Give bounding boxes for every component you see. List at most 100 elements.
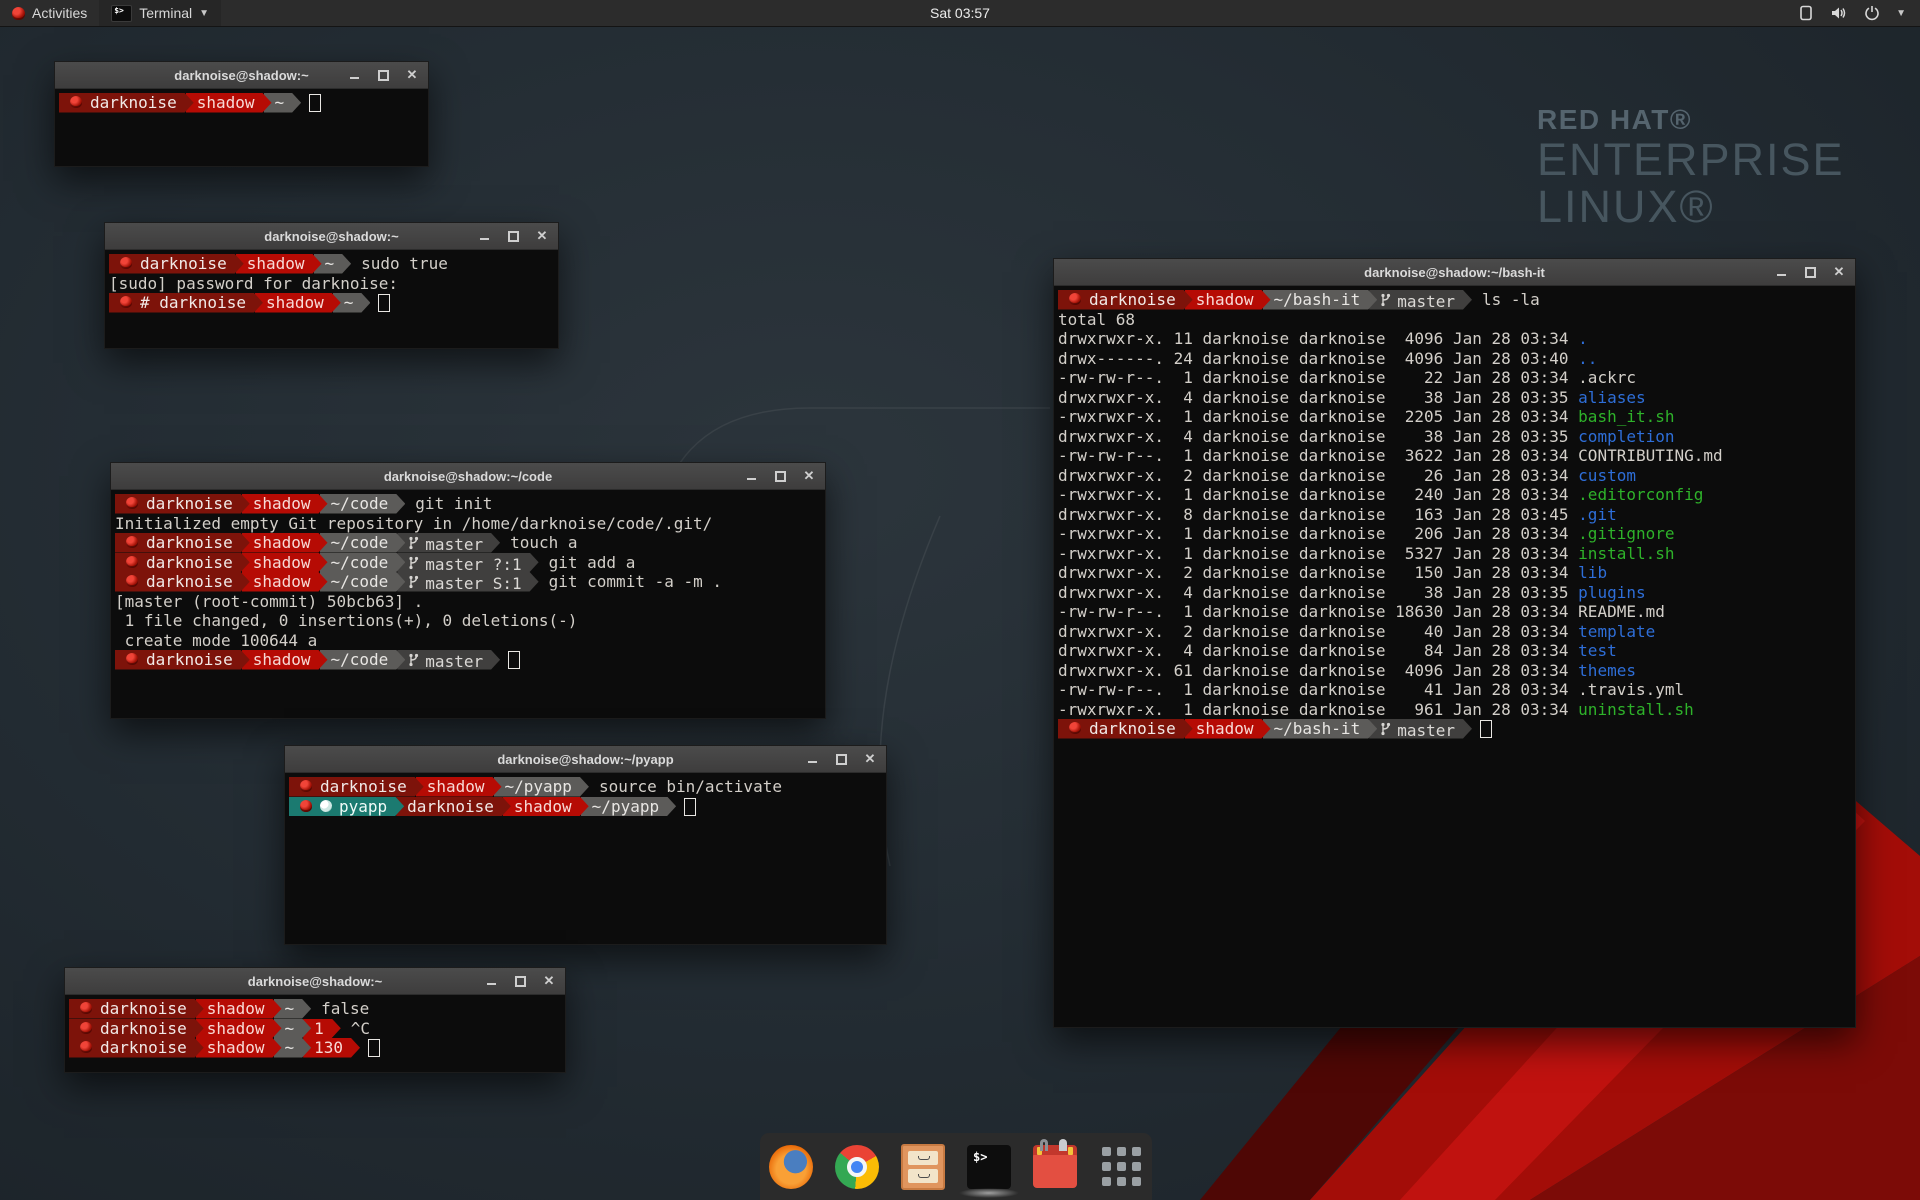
window-title: darknoise@shadow:~/bash-it	[1364, 265, 1545, 280]
prompt-segment-text: darknoise	[407, 797, 494, 816]
screen-icon	[1798, 5, 1814, 21]
minimize-button[interactable]	[745, 470, 757, 482]
minimize-button[interactable]	[478, 230, 490, 242]
dock-item-app-grid[interactable]	[1097, 1140, 1145, 1194]
filename-blue: plugins	[1578, 583, 1645, 602]
terminal-content[interactable]: darknoiseshadow~/pyappsource bin/activat…	[285, 773, 886, 816]
chrome-icon	[835, 1145, 879, 1189]
terminal-text: -rwxrwxr-x. 1 darknoise darknoise 5327 J…	[1058, 544, 1578, 563]
file-manager-icon	[901, 1144, 945, 1190]
prompt-segment-text: ~/bash-it	[1274, 719, 1361, 738]
app-menu-terminal[interactable]: $> Terminal ▼	[99, 0, 221, 26]
terminal-line: -rwxrwxr-x. 1 darknoise darknoise 206 Ja…	[1058, 524, 1855, 544]
clock[interactable]: Sat 03:57	[0, 5, 1920, 21]
prompt-segment-darkred: darknoise	[115, 572, 250, 592]
terminal-text: -rwxrwxr-x. 1 darknoise darknoise 206 Ja…	[1058, 524, 1578, 543]
close-button[interactable]: ✕	[543, 975, 555, 987]
prompt-segment-darkred: darknoise	[69, 999, 204, 1019]
activities-button[interactable]: Activities	[0, 0, 99, 26]
terminal-content[interactable]: darknoiseshadow~	[55, 89, 428, 113]
dock-item-chrome[interactable]	[833, 1140, 881, 1194]
prompt-segment-text: darknoise	[146, 572, 233, 591]
prompt-segment-text: shadow	[253, 494, 311, 513]
dock-item-toolbox[interactable]	[1031, 1140, 1079, 1194]
prompt-segment-text: master	[1397, 292, 1455, 311]
maximize-button[interactable]	[1804, 266, 1816, 278]
terminal-content[interactable]: darknoiseshadow~/codegit initInitialized…	[111, 490, 825, 670]
terminal-text: [master (root-commit) 50bcb63] .	[115, 592, 423, 611]
minimize-button[interactable]	[485, 975, 497, 987]
minimize-button[interactable]	[1775, 266, 1787, 278]
terminal-line: drwxrwxr-x. 11 darknoise darknoise 4096 …	[1058, 329, 1855, 349]
close-button[interactable]: ✕	[536, 230, 548, 242]
terminal-line: darknoiseshadow~/codemaster	[115, 650, 825, 670]
prompt-segment-text: darknoise	[320, 777, 407, 796]
prompt-segment-red: shadow	[196, 1038, 282, 1058]
prompt-segment-red: shadow	[1185, 719, 1271, 739]
terminal-line: drwxrwxr-x. 4 darknoise darknoise 38 Jan…	[1058, 583, 1855, 603]
terminal-text: drwxrwxr-x. 2 darknoise darknoise 40 Jan…	[1058, 622, 1578, 641]
prompt-segment-darkred: darknoise	[396, 797, 511, 817]
terminal-text: drwxrwxr-x. 11 darknoise darknoise 4096 …	[1058, 329, 1578, 348]
close-button[interactable]: ✕	[803, 470, 815, 482]
minimize-button[interactable]	[348, 69, 360, 81]
power-icon	[1864, 5, 1880, 21]
prompt-segment-gray: ~/bash-it	[1263, 290, 1378, 310]
filename-green: install.sh	[1578, 544, 1674, 563]
redhat-icon	[120, 257, 132, 269]
logo-line-linux: LINUX®	[1537, 183, 1845, 230]
terminal-line: 1 file changed, 0 insertions(+), 0 delet…	[115, 611, 825, 631]
close-button[interactable]: ✕	[406, 69, 418, 81]
redhat-icon	[120, 296, 132, 308]
minimize-button[interactable]	[806, 753, 818, 765]
window-titlebar[interactable]: darknoise@shadow:~/bash-it ✕	[1054, 259, 1855, 286]
redhat-icon	[126, 497, 138, 509]
window-titlebar[interactable]: darknoise@shadow:~ ✕	[65, 968, 565, 995]
window-titlebar[interactable]: darknoise@shadow:~ ✕	[105, 223, 558, 250]
terminal-content[interactable]: darknoiseshadow~sudo true[sudo] password…	[105, 250, 558, 313]
dock-item-terminal[interactable]: $>	[965, 1140, 1013, 1194]
maximize-button[interactable]	[514, 975, 526, 987]
filename-green: .editorconfig	[1578, 485, 1703, 504]
terminal-text: total 68	[1058, 310, 1135, 329]
prompt-segment-text: shadow	[266, 293, 324, 312]
terminal-line: drwxrwxr-x. 4 darknoise darknoise 38 Jan…	[1058, 427, 1855, 447]
maximize-button[interactable]	[377, 69, 389, 81]
prompt-segment-text: darknoise	[146, 494, 233, 513]
filename-blue: custom	[1578, 466, 1636, 485]
window-titlebar[interactable]: darknoise@shadow:~ ✕	[55, 62, 428, 89]
window-title: darknoise@shadow:~/pyapp	[497, 752, 673, 767]
filename-blue: completion	[1578, 427, 1674, 446]
prompt-segment-text: ~/pyapp	[505, 777, 572, 796]
redhat-icon	[80, 1041, 92, 1053]
redhat-icon	[300, 780, 312, 792]
dock-item-firefox[interactable]	[767, 1140, 815, 1194]
terminal-icon: $>	[111, 5, 132, 22]
python-icon	[320, 800, 332, 812]
prompt-segment-text: 1	[314, 1019, 324, 1038]
system-status-area[interactable]: ▼	[1798, 0, 1920, 26]
close-button[interactable]: ✕	[864, 753, 876, 765]
logo-line-enterprise: ENTERPRISE	[1537, 136, 1845, 183]
prompt-segment-text: shadow	[207, 999, 265, 1018]
prompt-segment-text: master	[425, 535, 483, 554]
maximize-button[interactable]	[835, 753, 847, 765]
close-button[interactable]: ✕	[1833, 266, 1845, 278]
prompt-segment-red: shadow	[242, 650, 328, 670]
terminal-content[interactable]: darknoiseshadow~falsedarknoiseshadow~1^C…	[65, 995, 565, 1058]
window-titlebar[interactable]: darknoise@shadow:~/pyapp ✕	[285, 746, 886, 773]
volume-icon	[1830, 5, 1848, 21]
window-title: darknoise@shadow:~	[248, 974, 382, 989]
maximize-button[interactable]	[774, 470, 786, 482]
redhat-icon	[70, 96, 82, 108]
maximize-button[interactable]	[507, 230, 519, 242]
terminal-text: create mode 100644 a	[115, 631, 317, 650]
prompt-segment-text: ~	[285, 999, 295, 1018]
terminal-cursor	[368, 1039, 380, 1057]
terminal-content[interactable]: darknoiseshadow~/bash-itmasterls -latota…	[1054, 286, 1855, 739]
terminal-line: drwxrwxr-x. 4 darknoise darknoise 38 Jan…	[1058, 388, 1855, 408]
window-titlebar[interactable]: darknoise@shadow:~/code ✕	[111, 463, 825, 490]
logo-line-redhat: RED HAT®	[1537, 104, 1845, 136]
dock-item-files[interactable]	[899, 1140, 947, 1194]
redhat-icon	[1069, 293, 1081, 305]
